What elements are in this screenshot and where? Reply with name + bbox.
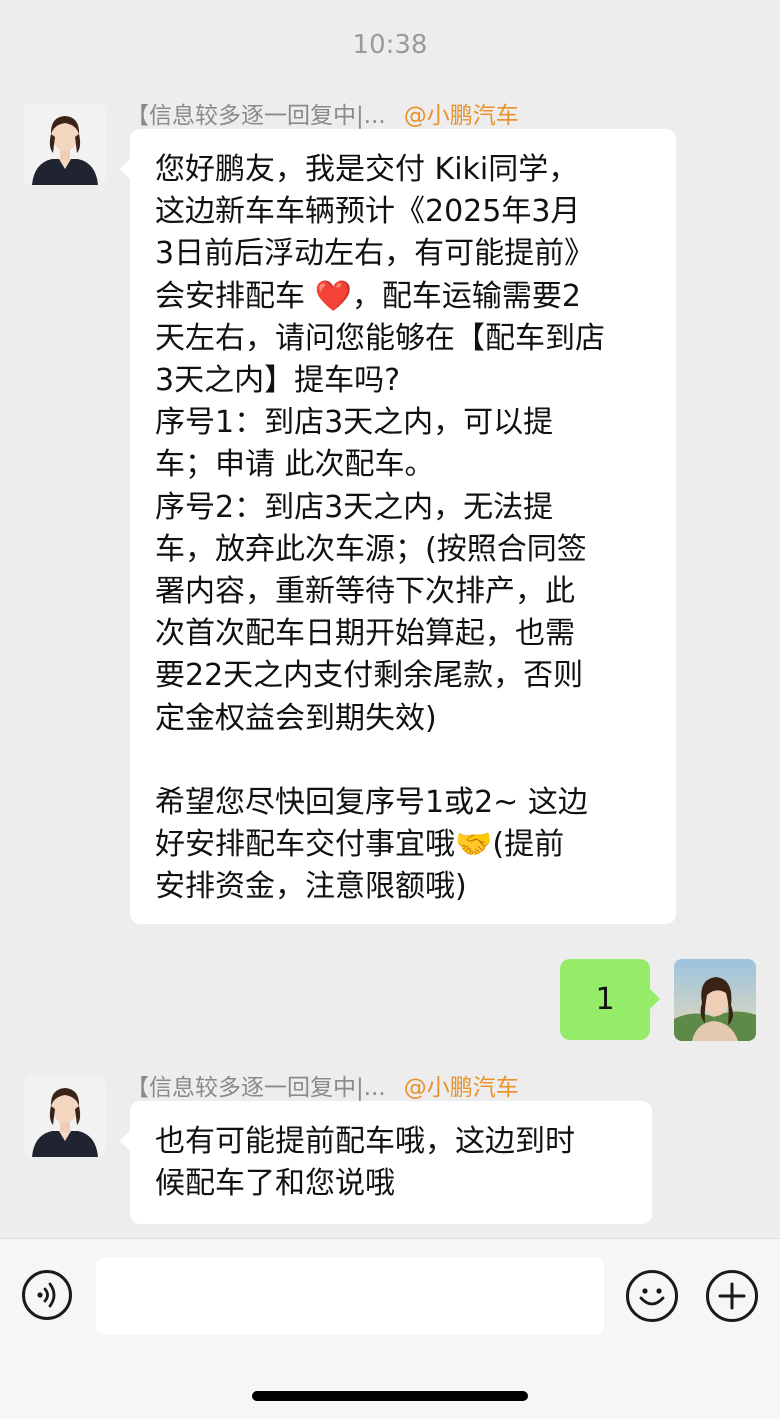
message-line: 也有可能提前配车哦，这边到时 [155,1124,575,1159]
message-text: 1 [595,982,615,1017]
timestamp: 10:38 [352,30,428,60]
message-line: 序号1：到店3天之内，可以提 [155,405,554,441]
message-text: 好安排配车交付事宜哦 [155,827,455,863]
sender-label: 【信息较多逐一回复中|... @小鹏汽车 [126,1068,519,1102]
message-line: 3天之内】提车吗? [155,363,401,399]
message-line: 希望您尽快回复序号1或2~ 这边 [155,785,588,821]
message-line: 安排资金，注意限额哦) [155,869,467,905]
message-line: 3日前后浮动左右，有可能提前》 [155,236,595,272]
message-bubble-outgoing[interactable]: 1 [560,959,660,1040]
message-line: 车；申请 此次配车。 [155,447,435,483]
home-indicator[interactable] [252,1391,528,1401]
message-line: 序号2：到店3天之内，无法提 [155,489,554,525]
message-line: 候配车了和您说哦 [155,1166,395,1202]
sender-brand-tag: @小鹏汽车 [403,103,519,129]
message-bubble-incoming[interactable]: 也有可能提前配车哦，这边到时 候配车了和您说哦 [120,1101,652,1224]
sender-label: 【信息较多逐一回复中|... @小鹏汽车 [126,96,519,130]
message-line: 定金权益会到期失效) [155,700,437,736]
heart-emoji-icon: ❤️ [314,278,352,314]
message-text: 会安排配车 [155,278,305,314]
sender-name: 【信息较多逐一回复中|... [126,1075,386,1101]
message-line: 您好鹏友，我是交付 Kiki同学， [155,152,579,187]
message-line: 要22天之内支付剩余尾款，否则 [155,658,584,694]
user-avatar[interactable] [674,959,756,1041]
message-line: 署内容，重新等待下次排产，此 [155,574,575,610]
message-line-with-emoji: 会安排配车 ❤️，配车运输需要2 [155,276,652,318]
emoji-icon[interactable] [626,1270,678,1322]
sender-brand-tag: @小鹏汽车 [403,1075,519,1101]
message-line: 车，放弃此次车源；(按照合同签 [155,531,587,567]
plus-icon[interactable] [706,1270,758,1322]
agent-avatar[interactable] [24,1075,106,1157]
message-input[interactable] [96,1257,604,1335]
message-bubble-incoming[interactable]: 您好鹏友，我是交付 Kiki同学， 这边新车车辆预计《2025年3月 3日前后浮… [120,129,676,924]
voice-icon[interactable] [22,1270,72,1320]
agent-avatar[interactable] [24,103,106,185]
message-text: (提前 [492,827,565,863]
message-line: 次首次配车日期开始算起，也需 [155,616,575,652]
message-line-with-emoji: 好安排配车交付事宜哦🤝(提前 [155,824,652,866]
message-line: 这边新车车辆预计《2025年3月 [155,194,581,230]
message-line: 天左右，请问您能够在【配车到店 [155,320,605,356]
handshake-emoji-icon: 🤝 [455,827,493,863]
chat-input-bar [0,1238,780,1419]
message-text: ，配车运输需要2 [351,278,581,314]
sender-name: 【信息较多逐一回复中|... [126,103,386,129]
